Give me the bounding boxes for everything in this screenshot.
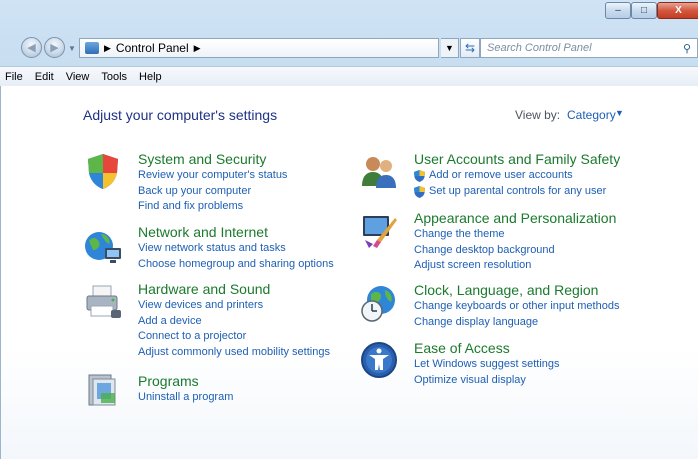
close-button[interactable]: X (657, 2, 698, 19)
user-accounts-icon[interactable] (359, 152, 399, 192)
category-appearance: Appearance and Personalization Change th… (414, 210, 616, 274)
breadcrumb-chevron-icon[interactable]: ▶ (194, 43, 201, 54)
clock-globe-icon[interactable] (359, 284, 399, 324)
address-bar[interactable]: ▶ Control Panel ▶ (79, 38, 439, 58)
forward-button[interactable]: ▶ (44, 37, 65, 58)
link-change-theme[interactable]: Change the theme (414, 227, 616, 243)
link-uninstall-program[interactable]: Uninstall a program (138, 390, 233, 406)
link-review-status[interactable]: Review your computer's status (138, 168, 287, 184)
category-user-accounts: User Accounts and Family Safety Add or r… (414, 151, 620, 199)
system-security-title[interactable]: System and Security (138, 151, 287, 167)
recent-pages-dropdown[interactable]: ▼ (68, 44, 76, 53)
view-by-label: View by: (515, 108, 561, 122)
link-back-up[interactable]: Back up your computer (138, 184, 287, 200)
appearance-title[interactable]: Appearance and Personalization (414, 210, 616, 226)
chevron-down-icon: ▼ (445, 43, 454, 53)
link-mobility-settings[interactable]: Adjust commonly used mobility settings (138, 345, 330, 361)
link-desktop-background[interactable]: Change desktop background (414, 243, 616, 259)
category-system-security: System and Security Review your computer… (138, 151, 287, 215)
link-parental-controls[interactable]: Set up parental controls for any user (414, 184, 620, 200)
view-by-dropdown[interactable]: Category (567, 108, 616, 122)
menu-help[interactable]: Help (133, 71, 168, 83)
main-content: Adjust your computer's settings View by:… (0, 86, 698, 459)
chevron-down-icon[interactable]: ▼ (615, 108, 624, 118)
link-suggest-settings[interactable]: Let Windows suggest settings (414, 357, 560, 373)
hardware-sound-title[interactable]: Hardware and Sound (138, 281, 330, 297)
back-arrow-icon: ◀ (27, 42, 36, 54)
menu-tools[interactable]: Tools (95, 71, 133, 83)
menu-edit[interactable]: Edit (29, 71, 60, 83)
category-programs: Programs Uninstall a program (138, 373, 233, 406)
category-clock-language: Clock, Language, and Region Change keybo… (414, 282, 619, 330)
link-find-fix[interactable]: Find and fix problems (138, 199, 287, 215)
link-devices-printers[interactable]: View devices and printers (138, 298, 330, 314)
shield-icon[interactable] (83, 151, 123, 191)
uac-shield-icon (414, 170, 425, 182)
breadcrumb-chevron-icon[interactable]: ▶ (104, 43, 111, 54)
menu-bar: File Edit View Tools Help (0, 66, 698, 87)
breadcrumb-control-panel[interactable]: Control Panel (116, 41, 189, 55)
link-add-device[interactable]: Add a device (138, 314, 330, 330)
navigation-row: ◀ ▶ ▼ ▶ Control Panel ▶ ▼ ⇆ Search Contr… (0, 36, 698, 60)
printer-icon[interactable] (83, 282, 123, 322)
menu-file[interactable]: File (0, 71, 29, 83)
network-internet-title[interactable]: Network and Internet (138, 224, 334, 240)
refresh-button[interactable]: ⇆ (460, 38, 480, 58)
category-network-internet: Network and Internet View network status… (138, 224, 334, 272)
programs-icon[interactable] (83, 369, 123, 409)
search-input[interactable]: Search Control Panel ⚲ (480, 38, 698, 58)
user-accounts-title[interactable]: User Accounts and Family Safety (414, 151, 620, 167)
network-globe-icon[interactable] (83, 226, 123, 266)
programs-title[interactable]: Programs (138, 373, 233, 389)
uac-shield-icon (414, 185, 425, 198)
caption-buttons: – □ X (605, 2, 698, 20)
link-screen-resolution[interactable]: Adjust screen resolution (414, 258, 616, 274)
link-projector[interactable]: Connect to a projector (138, 329, 330, 345)
refresh-icon: ⇆ (464, 41, 476, 55)
category-ease-of-access: Ease of Access Let Windows suggest setti… (414, 340, 560, 388)
control-panel-window: – □ X ◀ ▶ ▼ ▶ Control Panel ▶ ▼ ⇆ Search… (0, 0, 698, 459)
minimize-button[interactable]: – (605, 2, 631, 19)
clock-language-title[interactable]: Clock, Language, and Region (414, 282, 619, 298)
link-optimize-display[interactable]: Optimize visual display (414, 373, 560, 389)
link-homegroup[interactable]: Choose homegroup and sharing options (138, 257, 334, 273)
ease-of-access-title[interactable]: Ease of Access (414, 340, 560, 356)
back-button[interactable]: ◀ (21, 37, 42, 58)
page-title: Adjust your computer's settings (83, 107, 278, 123)
ease-of-access-icon[interactable] (359, 340, 399, 380)
link-parental-controls-label: Set up parental controls for any user (429, 184, 607, 197)
search-icon[interactable]: ⚲ (683, 42, 691, 55)
link-add-remove-accounts-label: Add or remove user accounts (429, 169, 573, 181)
link-add-remove-accounts[interactable]: Add or remove user accounts (414, 168, 620, 184)
control-panel-icon (85, 42, 99, 54)
link-network-status[interactable]: View network status and tasks (138, 241, 334, 257)
search-placeholder: Search Control Panel (487, 42, 592, 54)
link-change-keyboards[interactable]: Change keyboards or other input methods (414, 299, 619, 315)
address-dropdown-button[interactable]: ▼ (441, 38, 459, 58)
appearance-icon[interactable] (359, 210, 399, 250)
link-display-language[interactable]: Change display language (414, 315, 619, 331)
menu-view[interactable]: View (60, 71, 96, 83)
forward-arrow-icon: ▶ (50, 42, 59, 54)
maximize-button[interactable]: □ (631, 2, 657, 19)
category-hardware-sound: Hardware and Sound View devices and prin… (138, 281, 330, 360)
title-bar: – □ X (0, 0, 698, 34)
